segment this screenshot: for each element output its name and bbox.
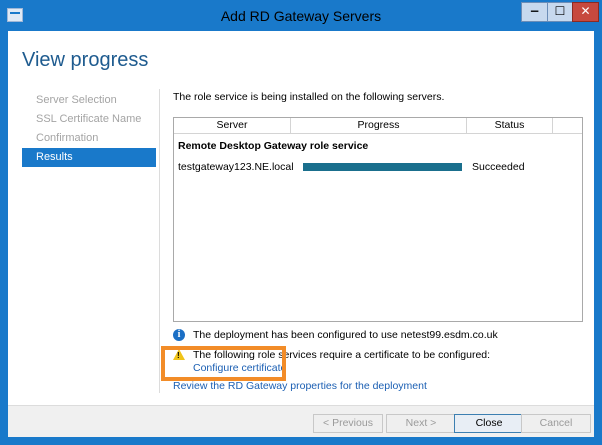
close-button[interactable]: Close [454, 414, 524, 433]
column-header-progress[interactable]: Progress [291, 118, 467, 133]
cancel-button[interactable]: Cancel [521, 414, 591, 433]
step-confirmation[interactable]: Confirmation [22, 129, 156, 148]
wizard-body: View progress Server Selection SSL Certi… [8, 31, 594, 437]
step-server-selection[interactable]: Server Selection [22, 91, 156, 110]
nav-divider [159, 89, 160, 393]
progress-bar-fill [303, 163, 462, 171]
maximize-icon: ☐ [554, 4, 566, 18]
certificate-highlight [161, 346, 286, 381]
status-cell: Succeeded [472, 161, 525, 173]
title-bar[interactable]: Add RD Gateway Servers − ☐ ✕ [1, 1, 601, 31]
step-ssl-certificate-name[interactable]: SSL Certificate Name [22, 110, 156, 129]
progress-table: Server Progress Status Remote Desktop Ga… [173, 117, 583, 322]
step-results[interactable]: Results [22, 148, 156, 167]
column-header-server[interactable]: Server [174, 118, 291, 133]
intro-text: The role service is being installed on t… [173, 91, 445, 103]
wizard-steps: Server Selection SSL Certificate Name Co… [22, 91, 156, 167]
previous-button[interactable]: < Previous [313, 414, 383, 433]
info-icon: i [173, 329, 185, 341]
info-message-text: The deployment has been configured to us… [193, 329, 498, 341]
close-icon: ✕ [580, 4, 591, 18]
review-properties-link[interactable]: Review the RD Gateway properties for the… [173, 380, 427, 392]
page-title: View progress [22, 49, 149, 71]
wizard-footer: < Previous Next > Close Cancel [8, 405, 594, 437]
server-cell: testgateway123.NE.local [178, 161, 294, 173]
progress-bar [303, 163, 462, 171]
close-window-button[interactable]: ✕ [572, 2, 599, 22]
minimize-icon: − [529, 4, 540, 18]
column-header-status[interactable]: Status [467, 118, 553, 133]
next-button[interactable]: Next > [386, 414, 456, 433]
table-header: Server Progress Status [174, 118, 582, 134]
minimize-button[interactable]: − [521, 2, 548, 22]
group-title: Remote Desktop Gateway role service [178, 140, 369, 152]
wizard-window: Add RD Gateway Servers − ☐ ✕ View progre… [0, 0, 602, 445]
window-title: Add RD Gateway Servers [220, 8, 382, 24]
maximize-button[interactable]: ☐ [547, 2, 573, 22]
